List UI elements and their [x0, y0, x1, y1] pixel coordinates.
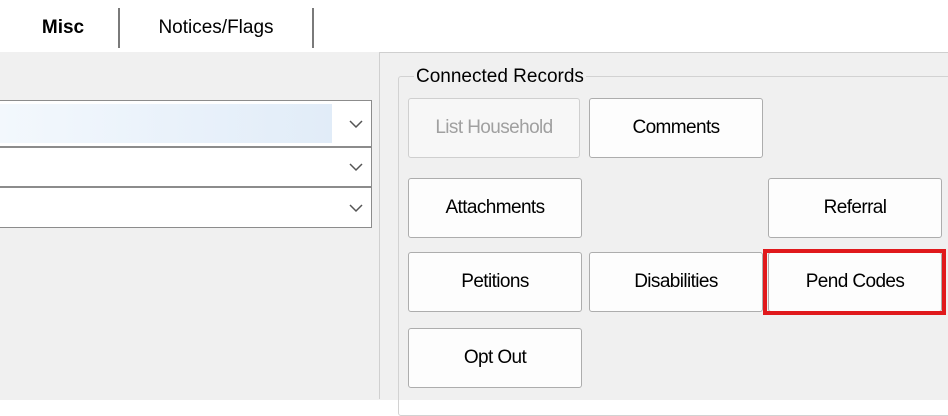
list-household-button[interactable]: List Household [408, 98, 580, 158]
referral-button[interactable]: Referral [768, 178, 942, 238]
chevron-down-icon[interactable] [349, 203, 363, 213]
chevron-down-icon[interactable] [349, 119, 363, 129]
combo-box-1-value [0, 104, 332, 143]
combo-box-2[interactable] [0, 147, 372, 187]
opt-out-button[interactable]: Opt Out [408, 328, 582, 388]
combo-box-3[interactable] [0, 187, 372, 228]
tab-misc[interactable]: Misc [8, 8, 120, 48]
disabilities-button[interactable]: Disabilities [589, 252, 763, 312]
highlight-box [763, 249, 946, 315]
combo-box-2-value [0, 151, 332, 183]
tab-misc-label: Misc [41, 17, 85, 38]
chevron-down-icon[interactable] [349, 162, 363, 172]
tab-notices-flags-label: Notices/Flags [158, 17, 274, 38]
petitions-button[interactable]: Petitions [408, 252, 582, 312]
comments-button[interactable]: Comments [589, 98, 763, 158]
connected-records-title: Connected Records [414, 66, 586, 88]
attachments-button[interactable]: Attachments [408, 178, 582, 238]
combo-box-1[interactable] [0, 100, 372, 147]
combo-box-3-value [0, 191, 332, 224]
tab-notices-flags[interactable]: Notices/Flags [120, 8, 314, 48]
